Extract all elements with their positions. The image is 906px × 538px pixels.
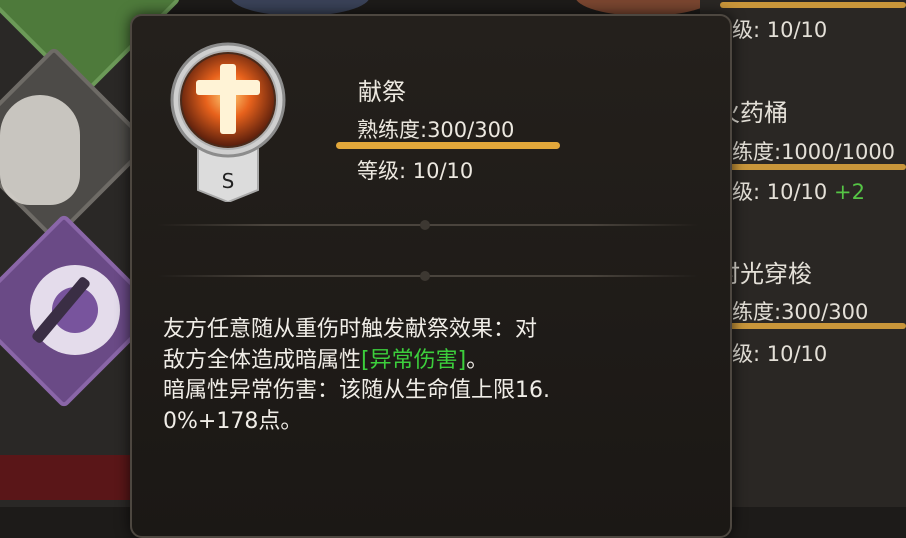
list-item-1-level-text: 级: 10/10 (732, 180, 828, 204)
pirate-icon (0, 95, 80, 205)
rank-badge: S (222, 169, 235, 193)
list-item-2-mastery: 练度:300/300 (732, 300, 869, 324)
list-item-2-level: 级: 10/10 (732, 342, 828, 366)
gear-wrench-icon (30, 265, 120, 355)
list-item-1-mastery-bar (720, 164, 906, 170)
skill-emblem: S (170, 42, 286, 202)
skill-description: 友方任意随从重伤时触发献祭效果：对 敌方全体造成暗属性[异常伤害]。 暗属性异常… (163, 315, 708, 437)
list-item-1-level: 级: 10/10 +2 (732, 176, 865, 206)
mastery-progress-bar (336, 142, 560, 149)
description-line-2-text: 敌方全体造成暗属性 (163, 347, 362, 373)
skill-name: 献祭 (358, 78, 406, 106)
skill-level: 等级: 10/10 (357, 159, 474, 183)
abnormal-damage-link[interactable]: [异常伤害] (361, 348, 466, 373)
description-line-3: 暗属性异常伤害：该随从生命值上限16. (163, 378, 550, 403)
divider-middle (158, 271, 698, 281)
list-item-1-bonus: +2 (833, 180, 865, 204)
divider-top (158, 220, 698, 230)
description-line-1: 友方任意随从重伤时触发献祭效果：对 (163, 317, 538, 342)
list-item-1-mastery: 练度:1000/1000 (732, 140, 896, 164)
description-line-4: 0%+178点。 (163, 408, 303, 434)
list-item-0-mastery-bar (720, 2, 906, 8)
list-item-2-mastery-bar (720, 323, 906, 329)
description-line-2-end: 。 (466, 347, 489, 373)
skill-mastery: 熟练度:300/300 (357, 118, 515, 142)
description-line-2: 敌方全体造成暗属性[异常伤害]。 (163, 346, 708, 377)
list-item-0-level: 级: 10/10 (732, 18, 828, 42)
